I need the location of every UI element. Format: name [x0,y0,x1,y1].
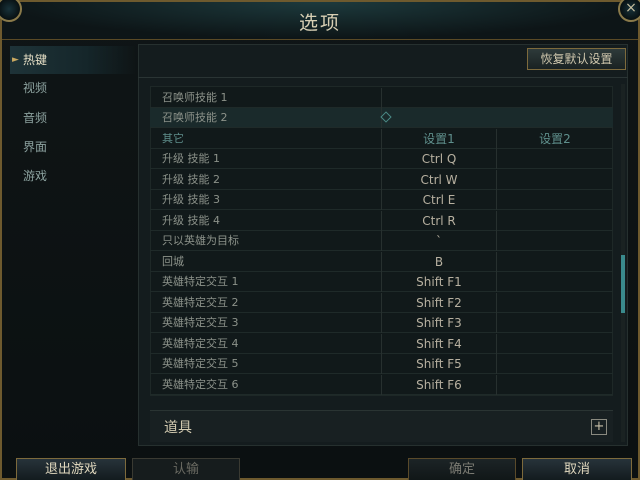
surrender-button[interactable]: 认输 [132,458,240,480]
hotkey-label: 英雄特定交互 2 [150,293,382,313]
table-row: 升级 技能 2 Ctrl W [150,170,613,190]
hotkey-setting2[interactable] [497,313,613,333]
sidebar-item-audio[interactable]: 音频 [10,104,136,132]
hotkey-setting1[interactable]: ` [382,231,497,251]
hotkey-setting1[interactable]: Ctrl E [382,190,497,210]
cancel-button[interactable]: 取消 [522,458,632,480]
column-header-setting1: 设置1 [382,129,497,149]
sidebar-item-label: 界面 [23,140,48,154]
hotkey-label: 升级 技能 2 [150,170,382,190]
sidebar-item-interface[interactable]: 界面 [10,133,136,161]
hotkey-setting1[interactable]: Shift F2 [382,293,497,313]
hotkey-setting1[interactable]: Ctrl Q [382,149,497,169]
table-row: 英雄特定交互 1 Shift F1 [150,272,613,292]
section-title: 道具 [164,420,192,436]
hotkey-label: 英雄特定交互 6 [150,375,382,395]
table-row: 英雄特定交互 5 Shift F5 [150,354,613,374]
summoner-spell-row[interactable]: 召唤师技能 1 [150,88,613,108]
hotkey-slot-1[interactable] [382,108,497,128]
hotkey-slot-1[interactable] [382,88,497,108]
hotkey-setting1[interactable]: Shift F4 [382,334,497,354]
table-row: 只以英雄为目标 ` [150,231,613,251]
sidebar-item-hotkeys[interactable]: ► 热键 [10,46,136,74]
hotkey-label: 英雄特定交互 3 [150,313,382,333]
hotkey-setting1[interactable]: Shift F5 [382,354,497,374]
sidebar-item-label: 视频 [23,81,48,95]
table-row: 升级 技能 1 Ctrl Q [150,149,613,169]
title-bar: 选项 [2,2,638,40]
table-header: 其它 设置1 设置2 [150,129,613,149]
hotkey-setting2[interactable] [497,231,613,251]
hotkey-label: 英雄特定交互 4 [150,334,382,354]
sidebar-item-label: 音频 [23,111,48,125]
hotkey-setting2[interactable] [497,375,613,395]
hotkey-label: 升级 技能 1 [150,149,382,169]
hotkey-label: 召唤师技能 1 [150,88,382,108]
restore-defaults-button[interactable]: 恢复默认设置 [527,48,626,70]
hotkey-setting2[interactable] [497,334,613,354]
table-row: 英雄特定交互 2 Shift F2 [150,293,613,313]
hotkey-label: 英雄特定交互 1 [150,272,382,292]
hotkey-setting2[interactable] [497,293,613,313]
hotkey-setting1[interactable]: Ctrl W [382,170,497,190]
hotkey-setting2[interactable] [497,170,613,190]
hotkey-setting2[interactable] [497,149,613,169]
hotkey-setting1[interactable]: Shift F1 [382,272,497,292]
window-title: 选项 [298,12,341,34]
close-icon: × [625,0,637,16]
hotkey-setting2[interactable] [497,190,613,210]
table-row: 英雄特定交互 6 Shift F6 [150,375,613,395]
hotkey-label: 英雄特定交互 5 [150,354,382,374]
table-row: 回城 B [150,252,613,272]
hotkey-label: 升级 技能 4 [150,211,382,231]
confirm-button[interactable]: 确定 [408,458,516,480]
sidebar-item-label: 游戏 [23,169,48,183]
hotkey-setting2[interactable] [497,354,613,374]
sidebar-item-label: 热键 [23,53,48,67]
table-row: 升级 技能 4 Ctrl R [150,211,613,231]
section-items[interactable]: 道具 + [150,410,613,442]
hotkey-setting1[interactable]: Shift F6 [382,375,497,395]
hotkey-label: 升级 技能 3 [150,190,382,210]
divider [138,77,628,78]
sidebar-item-video[interactable]: 视频 [10,74,136,102]
hotkey-setting2[interactable] [497,272,613,292]
scrollbar-thumb[interactable] [621,255,625,313]
hotkey-setting1[interactable]: Ctrl R [382,211,497,231]
exit-game-button[interactable]: 退出游戏 [16,458,126,480]
hotkey-label: 回城 [150,252,382,272]
hotkey-setting2[interactable] [497,211,613,231]
hotkey-label: 召唤师技能 2 [150,108,382,128]
column-header-action: 其它 [150,129,382,149]
hotkey-label: 只以英雄为目标 [150,231,382,251]
sidebar-item-game[interactable]: 游戏 [10,162,136,190]
sidebar: ► 热键 视频 音频 界面 游戏 [10,44,136,444]
column-header-setting2: 设置2 [539,132,571,146]
hotkey-setting1[interactable]: B [382,252,497,272]
table-row: 英雄特定交互 4 Shift F4 [150,334,613,354]
hotkey-setting1[interactable]: Shift F3 [382,313,497,333]
caret-right-icon: ► [12,55,19,65]
table-row: 升级 技能 3 Ctrl E [150,190,613,210]
plus-icon[interactable]: + [591,419,607,435]
table-row: 英雄特定交互 3 Shift F3 [150,313,613,333]
hotkey-setting2[interactable] [497,252,613,272]
summoner-spell-row[interactable]: 召唤师技能 2 [150,108,613,128]
